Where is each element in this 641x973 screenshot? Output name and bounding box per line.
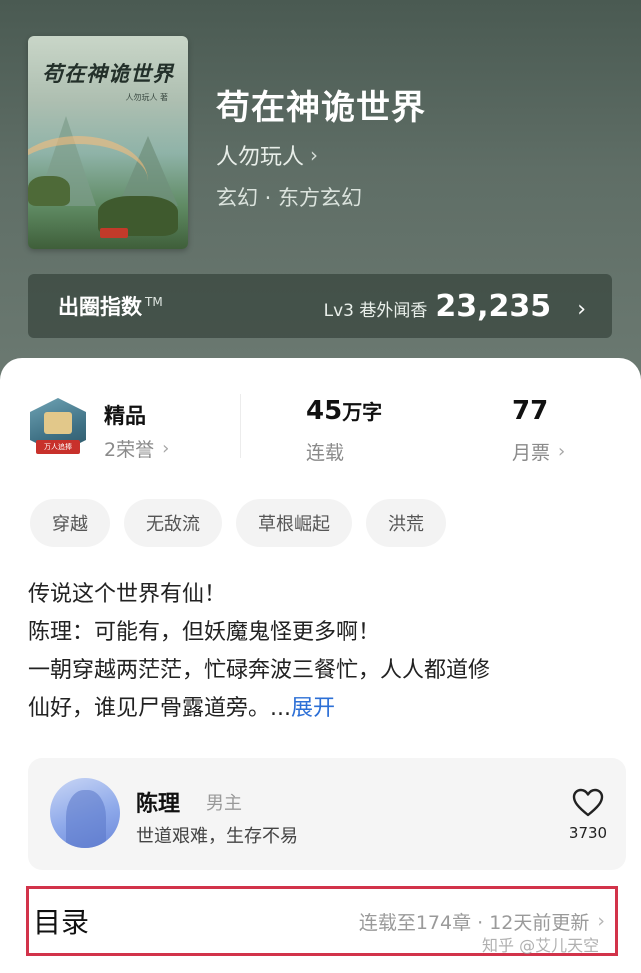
monthly-votes-count: 77 xyxy=(512,396,549,426)
honors-link[interactable]: 2荣誉 › xyxy=(104,435,169,462)
character-name: 陈理 xyxy=(136,792,181,817)
stats-divider xyxy=(240,394,241,458)
toc-status-text: 连载至174章 · 12天前更新 xyxy=(358,911,590,934)
chevron-right-icon: › xyxy=(310,143,319,167)
like-count: 3730 xyxy=(568,824,608,842)
trademark-mark: TM xyxy=(145,295,163,309)
synopsis-line-last: 仙好，谁见尸骨露道旁。...展开 xyxy=(28,690,618,728)
synopsis-line: 陈理：可能有，但妖魔鬼怪更多啊！ xyxy=(28,620,381,645)
index-value: 23,235 xyxy=(435,288,552,324)
expand-link[interactable]: 展开 xyxy=(291,696,335,721)
author-link[interactable]: 人勿玩人 › xyxy=(216,139,318,171)
book-cover[interactable]: 苟在神诡世界 人勿玩人 著 xyxy=(28,36,188,249)
toc-title: 目录 xyxy=(33,906,90,939)
honors-count: 2荣誉 xyxy=(104,439,155,461)
cover-publisher-badge xyxy=(100,228,128,238)
serial-status-text: 连载 xyxy=(306,442,345,464)
chevron-right-icon: › xyxy=(597,910,605,932)
watermark: 知乎 @艾儿天空 xyxy=(482,936,600,955)
book-title: 苟在神诡世界 xyxy=(216,88,426,128)
synopsis-line: 一朝穿越两茫茫，忙碌奔波三餐忙，人人都道修 xyxy=(28,658,491,683)
index-label-text: 出圈指数 xyxy=(58,295,142,319)
synopsis-line: 仙好，谁见尸骨露道旁。... xyxy=(28,696,291,721)
like-button[interactable] xyxy=(568,788,608,818)
book-genre: 玄幻 · 东方玄幻 xyxy=(216,186,363,210)
monthly-votes-link[interactable]: 月票 › xyxy=(512,438,565,465)
character-avatar xyxy=(50,778,120,848)
monthly-votes-label: 月票 xyxy=(512,442,551,464)
serial-status: 连载 xyxy=(306,438,344,465)
index-level: Lv3 巷外闻香 xyxy=(323,300,428,321)
word-count-unit: 万字 xyxy=(342,400,383,424)
cover-title: 苟在神诡世界 xyxy=(42,61,174,86)
tag-chip[interactable]: 洪荒 xyxy=(366,499,446,547)
medal-ribbon-text: 万人追捧 xyxy=(36,440,80,454)
tag-chip[interactable]: 草根崛起 xyxy=(236,499,352,547)
synopsis-line: 传说这个世界有仙！ xyxy=(28,582,227,607)
tag-list: 穿越 无敌流 草根崛起 洪荒 xyxy=(30,499,460,547)
popularity-index-bar[interactable]: 出圈指数 TM Lv3 巷外闻香 23,235 › xyxy=(28,274,612,338)
toc-status: 连载至174章 · 12天前更新 › xyxy=(359,908,605,935)
tag-chip[interactable]: 穿越 xyxy=(30,499,110,547)
author-name: 人勿玩人 xyxy=(216,145,305,170)
character-card[interactable]: 陈理 男主 世道艰难，生存不易 3730 xyxy=(28,758,626,870)
book-synopsis: 传说这个世界有仙！ 陈理：可能有，但妖魔鬼怪更多啊！ 一朝穿越两茫茫，忙碌奔波三… xyxy=(28,576,618,728)
character-description: 世道艰难，生存不易 xyxy=(136,826,298,847)
word-count-number: 45 xyxy=(306,396,343,426)
chevron-right-icon: › xyxy=(577,296,586,322)
quality-title: 精品 xyxy=(104,404,146,428)
index-label: 出圈指数 TM xyxy=(58,291,163,321)
tag-chip[interactable]: 无敌流 xyxy=(124,499,222,547)
chevron-right-icon: › xyxy=(558,441,566,462)
medal-icon: 万人追捧 xyxy=(30,398,86,460)
cover-island xyxy=(28,176,70,206)
word-count: 45万字 xyxy=(306,396,382,426)
heart-icon xyxy=(572,788,604,817)
chevron-right-icon: › xyxy=(162,438,170,459)
quality-badge[interactable]: 万人追捧 xyxy=(30,398,90,460)
index-score: Lv3 巷外闻香 23,235 › xyxy=(324,289,586,324)
cover-author: 人勿玩人 著 xyxy=(125,93,168,102)
character-role: 男主 xyxy=(206,793,242,814)
